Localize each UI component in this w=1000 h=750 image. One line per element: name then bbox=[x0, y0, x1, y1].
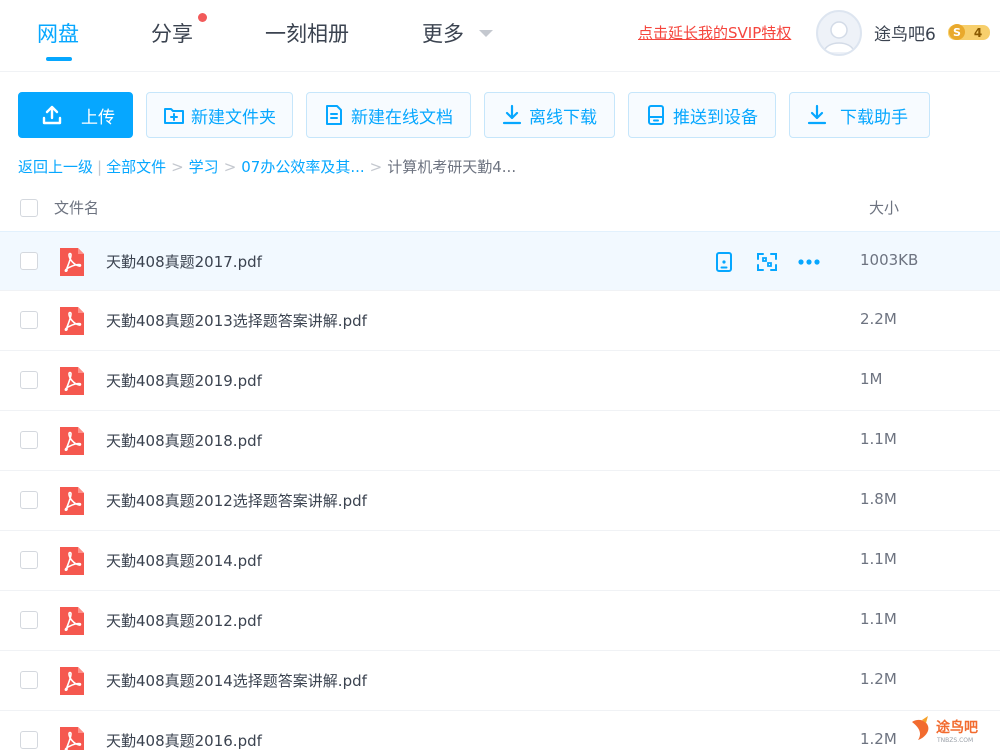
table-row[interactable]: 天勤408真题2012选择题答案讲解.pdf 1.8M bbox=[0, 471, 1000, 531]
file-name[interactable]: 天勤408真题2014选择题答案讲解.pdf bbox=[106, 670, 367, 691]
file-size: 1.1M bbox=[860, 550, 897, 568]
file-name[interactable]: 天勤408真题2018.pdf bbox=[106, 430, 262, 451]
document-icon bbox=[323, 104, 345, 126]
push-device-icon[interactable] bbox=[712, 250, 736, 274]
watermark-subtext: TNBZS.COM bbox=[936, 737, 973, 744]
file-name[interactable]: 天勤408真题2017.pdf bbox=[106, 251, 262, 272]
row-checkbox[interactable] bbox=[20, 671, 38, 689]
nav-tab-album[interactable]: 一刻相册 bbox=[265, 18, 349, 48]
row-checkbox[interactable] bbox=[20, 491, 38, 509]
row-checkbox[interactable] bbox=[20, 252, 38, 270]
column-header-size[interactable]: 大小 bbox=[869, 197, 899, 218]
new-online-doc-button[interactable]: 新建在线文档 bbox=[306, 92, 471, 138]
table-row[interactable]: 天勤408真题2013选择题答案讲解.pdf 2.2M bbox=[0, 291, 1000, 351]
table-row[interactable]: 天勤408真题2018.pdf 1.1M bbox=[0, 411, 1000, 471]
row-checkbox[interactable] bbox=[20, 611, 38, 629]
pdf-file-icon bbox=[58, 365, 86, 397]
top-navigation: 网盘 分享 一刻相册 更多 点击延长我的SVIP特权 途鸟吧6 S 4 bbox=[0, 0, 1000, 72]
row-checkbox[interactable] bbox=[20, 371, 38, 389]
file-name[interactable]: 天勤408真题2014.pdf bbox=[106, 550, 262, 571]
breadcrumb-separator: > bbox=[223, 158, 237, 176]
new-online-doc-label: 新建在线文档 bbox=[351, 107, 453, 128]
breadcrumb-divider: | bbox=[97, 158, 103, 176]
push-to-device-label: 推送到设备 bbox=[673, 107, 758, 128]
pdf-file-icon bbox=[58, 485, 86, 517]
upload-button[interactable]: 上传 bbox=[18, 92, 133, 138]
breadcrumb-item[interactable]: 全部文件 bbox=[106, 158, 166, 176]
file-name[interactable]: 天勤408真题2013选择题答案讲解.pdf bbox=[106, 310, 367, 331]
table-row[interactable]: 天勤408真题2014选择题答案讲解.pdf 1.2M bbox=[0, 651, 1000, 711]
file-name[interactable]: 天勤408真题2019.pdf bbox=[106, 370, 262, 391]
file-size: 2.2M bbox=[860, 310, 897, 328]
download-assistant-button[interactable]: 下载助手 bbox=[789, 92, 930, 138]
notification-dot bbox=[198, 13, 207, 22]
device-icon bbox=[645, 104, 667, 126]
user-avatar-icon bbox=[823, 21, 855, 53]
file-size: 1003KB bbox=[860, 251, 919, 269]
vip-level-number: 4 bbox=[974, 26, 982, 40]
upload-icon bbox=[41, 104, 63, 126]
file-size: 1M bbox=[860, 370, 883, 388]
chevron-down-icon[interactable] bbox=[479, 30, 493, 37]
pdf-file-icon bbox=[58, 725, 86, 750]
pdf-file-icon bbox=[58, 665, 86, 697]
file-table-header: 文件名 大小 bbox=[0, 186, 1000, 230]
svip-extend-link[interactable]: 点击延长我的SVIP特权 bbox=[638, 22, 791, 43]
file-name[interactable]: 天勤408真题2016.pdf bbox=[106, 730, 262, 750]
download-assistant-icon bbox=[806, 104, 828, 126]
new-folder-label: 新建文件夹 bbox=[191, 107, 276, 128]
vip-level-badge: S 4 bbox=[948, 24, 990, 40]
nav-tab-more[interactable]: 更多 bbox=[422, 18, 464, 48]
download-icon bbox=[501, 104, 523, 126]
file-size: 1.2M bbox=[860, 730, 897, 748]
nav-tab-netdisk[interactable]: 网盘 bbox=[37, 18, 79, 48]
breadcrumb: 返回上一级 | 全部文件 > 学习 >07办公效率及其... > 计算机考研天勤4... bbox=[18, 156, 516, 177]
file-name[interactable]: 天勤408真题2012选择题答案讲解.pdf bbox=[106, 490, 367, 511]
file-size: 1.1M bbox=[860, 610, 897, 628]
pdf-file-icon bbox=[58, 305, 86, 337]
row-checkbox[interactable] bbox=[20, 311, 38, 329]
watermark-text: 途鸟吧 bbox=[936, 719, 978, 736]
table-row[interactable]: 天勤408真题2016.pdf 1.2M bbox=[0, 711, 1000, 750]
row-checkbox[interactable] bbox=[20, 431, 38, 449]
username[interactable]: 途鸟吧6 bbox=[874, 20, 936, 45]
file-name[interactable]: 天勤408真题2012.pdf bbox=[106, 610, 262, 631]
site-watermark-logo: 途鸟吧 TNBZS.COM bbox=[912, 716, 978, 744]
breadcrumb-current: 计算机考研天勤4... bbox=[387, 158, 517, 176]
column-header-name[interactable]: 文件名 bbox=[54, 197, 99, 218]
avatar[interactable] bbox=[816, 10, 862, 56]
file-size: 1.8M bbox=[860, 490, 897, 508]
select-all-checkbox[interactable] bbox=[20, 199, 38, 217]
table-row[interactable]: 天勤408真题2017.pdf 1003KB bbox=[0, 231, 1000, 291]
row-checkbox[interactable] bbox=[20, 731, 38, 749]
upload-label: 上传 bbox=[81, 107, 115, 128]
table-row[interactable]: 天勤408真题2019.pdf 1M bbox=[0, 351, 1000, 411]
nav-tab-share[interactable]: 分享 bbox=[151, 18, 193, 48]
download-assistant-label: 下载助手 bbox=[840, 107, 908, 128]
breadcrumb-back[interactable]: 返回上一级 bbox=[18, 158, 93, 176]
share-icon[interactable] bbox=[755, 250, 779, 274]
pdf-file-icon bbox=[58, 246, 86, 278]
offline-download-button[interactable]: 离线下载 bbox=[484, 92, 615, 138]
pdf-file-icon bbox=[58, 545, 86, 577]
offline-download-label: 离线下载 bbox=[529, 107, 597, 128]
pdf-file-icon bbox=[58, 425, 86, 457]
file-size: 1.2M bbox=[860, 670, 897, 688]
new-folder-icon bbox=[163, 104, 185, 126]
vip-badge-symbol: S bbox=[953, 26, 961, 39]
active-tab-indicator bbox=[46, 57, 72, 61]
new-folder-button[interactable]: 新建文件夹 bbox=[146, 92, 293, 138]
more-options-icon[interactable] bbox=[797, 250, 821, 274]
breadcrumb-item[interactable]: 学习 bbox=[189, 158, 219, 176]
breadcrumb-separator: > bbox=[369, 158, 383, 176]
push-to-device-button[interactable]: 推送到设备 bbox=[628, 92, 776, 138]
file-size: 1.1M bbox=[860, 430, 897, 448]
row-checkbox[interactable] bbox=[20, 551, 38, 569]
pdf-file-icon bbox=[58, 605, 86, 637]
breadcrumb-separator: > bbox=[171, 158, 184, 176]
breadcrumb-item[interactable]: 07办公效率及其... bbox=[241, 158, 364, 176]
table-row[interactable]: 天勤408真题2014.pdf 1.1M bbox=[0, 531, 1000, 591]
table-row[interactable]: 天勤408真题2012.pdf 1.1M bbox=[0, 591, 1000, 651]
